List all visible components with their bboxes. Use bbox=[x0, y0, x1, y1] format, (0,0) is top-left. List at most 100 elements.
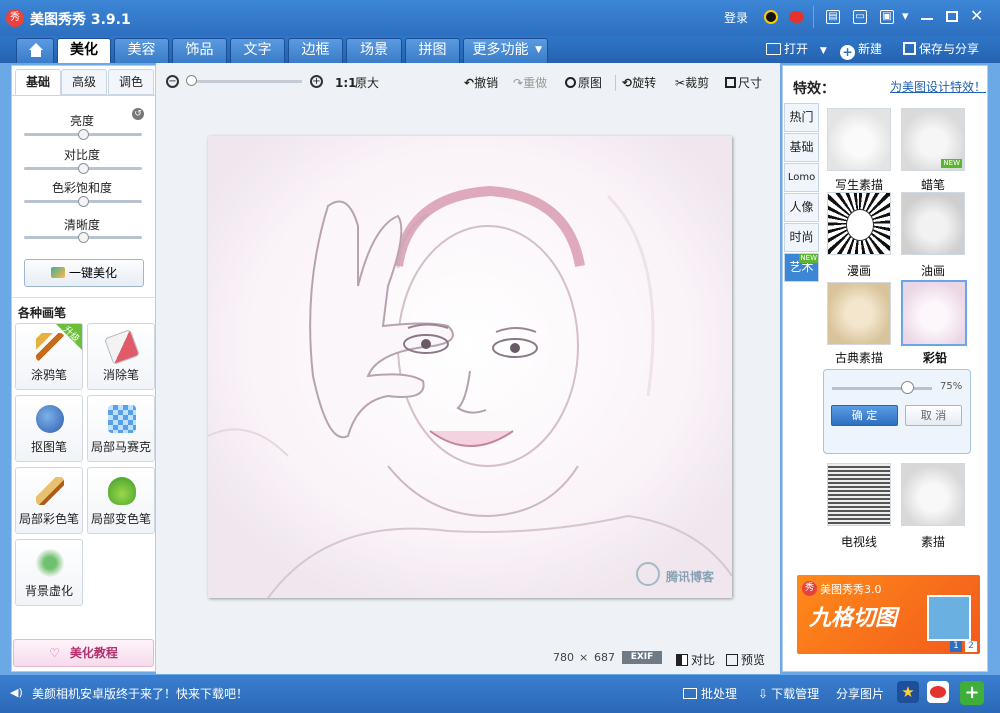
saturation-knob[interactable] bbox=[78, 196, 89, 207]
zoom-in-icon[interactable]: + bbox=[310, 75, 323, 88]
tutorial-button[interactable]: ♡ 美化教程 bbox=[13, 639, 154, 667]
contrast-knob[interactable] bbox=[78, 163, 89, 174]
effects-tab-hot[interactable]: 热门 bbox=[784, 103, 819, 132]
intensity-slider[interactable] bbox=[832, 387, 932, 390]
sharpness-knob[interactable] bbox=[78, 232, 89, 243]
minimize-icon[interactable] bbox=[921, 18, 933, 20]
sharpness-slider[interactable] bbox=[24, 232, 142, 243]
crop-label: 裁剪 bbox=[685, 76, 710, 90]
home-button[interactable] bbox=[16, 38, 54, 63]
feedback-icon[interactable]: ▤ bbox=[826, 10, 840, 24]
tab-beautify[interactable]: 美化 bbox=[57, 38, 111, 63]
zoom-knob[interactable] bbox=[186, 75, 197, 86]
bottom-bar: ◀) 美颜相机安卓版终于来了！快来下载吧！ 批处理 ⇩ 下载管理 分享图片 ★ + bbox=[0, 675, 1000, 713]
photo-sketch bbox=[208, 136, 732, 598]
download-manager-button[interactable]: ⇩ 下载管理 bbox=[758, 685, 819, 702]
menu-icon[interactable]: ▾ bbox=[902, 9, 909, 24]
effects-tab-portrait[interactable]: 人像 bbox=[784, 193, 819, 222]
cancel-button[interactable]: 取 消 bbox=[905, 405, 962, 426]
doodle-brush-button[interactable]: 升级 涂鸦笔 bbox=[15, 323, 83, 390]
tab-text[interactable]: 文字 bbox=[230, 38, 285, 63]
photo-canvas[interactable]: 腾讯博客 bbox=[208, 136, 732, 598]
subtab-basic[interactable]: 基础 bbox=[15, 69, 61, 95]
tab-skin[interactable]: 美容 bbox=[114, 38, 169, 63]
original-size-label[interactable]: 原大 bbox=[355, 75, 379, 91]
confirm-button[interactable]: 确 定 bbox=[831, 405, 898, 426]
effect-thumb-pencil-sketch[interactable] bbox=[901, 463, 965, 526]
color-brush-button[interactable]: 局部彩色笔 bbox=[15, 467, 83, 534]
save-share-button[interactable]: 保存与分享 bbox=[903, 40, 979, 58]
promo-page-1[interactable]: 1 bbox=[950, 641, 962, 652]
design-effects-link[interactable]: 为美图设计特效！ bbox=[890, 78, 986, 95]
preview-button[interactable]: 预览 bbox=[726, 651, 765, 668]
redo-button[interactable]: ↷重做 bbox=[513, 75, 547, 91]
zoom-out-icon[interactable]: − bbox=[166, 75, 179, 88]
main-nav: 美化 美容 饰品 文字 边框 场景 拼图 更多功能 ▼ 打开 ▼ + 新建 保存与… bbox=[0, 36, 1000, 63]
promo-banner[interactable]: 秀 美图秀秀3.0 九格切图 1 2 bbox=[797, 575, 980, 654]
recolor-brush-button[interactable]: 局部变色笔 bbox=[87, 467, 155, 534]
crop-button[interactable]: ✂裁剪 bbox=[675, 75, 709, 91]
effect-label-classic-sketch: 古典素描 bbox=[834, 351, 883, 365]
cutout-brush-button[interactable]: 抠图笔 bbox=[15, 395, 83, 462]
effects-tab-fashion[interactable]: 时尚 bbox=[784, 223, 819, 252]
app-logo-icon: 秀 bbox=[6, 9, 24, 27]
rotate-button[interactable]: ⟲旋转 bbox=[622, 75, 656, 91]
subtab-underline bbox=[12, 95, 155, 96]
saturation-slider[interactable] bbox=[24, 196, 142, 207]
weibo-share-icon[interactable] bbox=[927, 681, 949, 703]
resize-button[interactable]: 尺寸 bbox=[725, 75, 762, 91]
exif-button[interactable]: EXIF bbox=[622, 651, 662, 664]
open-dropdown-icon[interactable]: ▼ bbox=[820, 46, 827, 56]
subtab-color[interactable]: 调色 bbox=[108, 69, 154, 95]
weibo-icon[interactable] bbox=[789, 11, 804, 23]
effect-thumb-classic-sketch[interactable] bbox=[827, 282, 891, 345]
brightness-slider[interactable] bbox=[24, 129, 142, 140]
login-link[interactable]: 登录 bbox=[724, 9, 748, 26]
effect-thumb-color-pencil[interactable] bbox=[901, 280, 967, 346]
star-icon[interactable]: ★ bbox=[897, 681, 919, 703]
preview-label: 预览 bbox=[741, 653, 766, 667]
share-image-button[interactable]: 分享图片 bbox=[836, 685, 884, 702]
skin-icon[interactable]: ▣ bbox=[880, 10, 894, 24]
promo-logo-icon: 秀 bbox=[802, 581, 817, 596]
effect-thumb-oil[interactable] bbox=[901, 192, 965, 255]
compare-button[interactable]: 对比 bbox=[676, 651, 715, 668]
mosaic-brush-button[interactable]: 局部马赛克 bbox=[87, 395, 155, 462]
promo-page-2[interactable]: 2 bbox=[965, 641, 977, 652]
open-button[interactable]: 打开 ▼ bbox=[766, 40, 827, 60]
message-icon[interactable]: ▭ bbox=[853, 10, 867, 24]
undo-button[interactable]: ↶撤销 bbox=[464, 75, 498, 91]
tab-frame[interactable]: 边框 bbox=[288, 38, 343, 63]
tab-scene[interactable]: 场景 bbox=[346, 38, 402, 63]
qq-icon[interactable] bbox=[764, 10, 778, 24]
close-icon[interactable]: ✕ bbox=[970, 6, 983, 25]
tab-more[interactable]: 更多功能 ▼ bbox=[463, 38, 548, 63]
background-blur-button[interactable]: 背景虚化 bbox=[15, 539, 83, 606]
original-image-button[interactable]: 原图 bbox=[565, 75, 602, 91]
effect-thumb-crayon[interactable]: NEW bbox=[901, 108, 965, 171]
add-icon[interactable]: + bbox=[960, 681, 984, 705]
effects-tab-lomo[interactable]: Lomo bbox=[784, 163, 819, 192]
intensity-knob[interactable] bbox=[901, 381, 914, 394]
effects-tab-art[interactable]: 艺术 NEW bbox=[784, 253, 819, 282]
subtab-advanced[interactable]: 高级 bbox=[61, 69, 107, 95]
effects-tab-basic[interactable]: 基础 bbox=[784, 133, 819, 162]
tab-accessories[interactable]: 饰品 bbox=[172, 38, 227, 63]
new-button[interactable]: + 新建 bbox=[840, 40, 882, 60]
section-divider bbox=[12, 297, 155, 298]
effect-thumb-tv-lines[interactable] bbox=[827, 463, 891, 526]
one-click-beautify-button[interactable]: 一键美化 bbox=[24, 259, 144, 287]
recolor-brush-label: 局部变色笔 bbox=[90, 512, 151, 526]
zoom-slider[interactable] bbox=[186, 80, 302, 83]
news-ticker[interactable]: 美颜相机安卓版终于来了！快来下载吧！ bbox=[32, 685, 248, 702]
tab-collage[interactable]: 拼图 bbox=[405, 38, 460, 63]
maximize-icon[interactable] bbox=[946, 11, 958, 22]
effect-thumb-sketch[interactable] bbox=[827, 108, 891, 171]
batch-button[interactable]: 批处理 bbox=[683, 685, 737, 702]
actual-size-button[interactable]: 1:1 bbox=[335, 75, 357, 91]
brightness-knob[interactable] bbox=[78, 129, 89, 140]
effect-label-color-pencil: 彩铅 bbox=[922, 351, 947, 365]
eraser-brush-button[interactable]: 消除笔 bbox=[87, 323, 155, 390]
contrast-slider[interactable] bbox=[24, 163, 142, 174]
effect-thumb-comic[interactable] bbox=[827, 192, 891, 255]
